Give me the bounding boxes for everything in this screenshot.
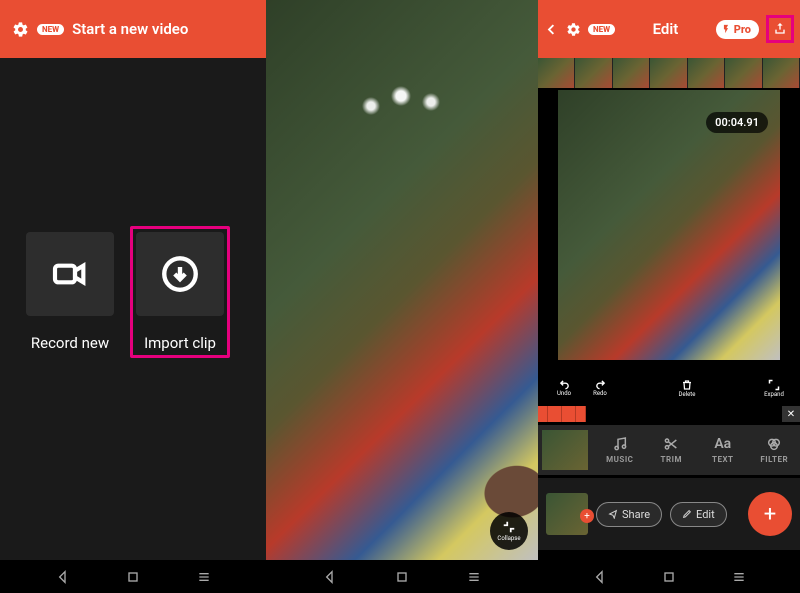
import-clip-tile[interactable]: Import clip (130, 226, 230, 358)
text-label: TEXT (712, 455, 734, 464)
add-button[interactable]: + (748, 492, 792, 536)
pro-badge[interactable]: Pro (716, 20, 759, 39)
tool-row: MUSIC TRIM Aa TEXT FILTER (538, 425, 800, 475)
expand-label: Expand (764, 391, 784, 398)
back-nav-icon[interactable] (322, 569, 338, 585)
undo-label: Undo (557, 390, 571, 397)
gear-icon[interactable] (12, 21, 29, 38)
home-nav-icon[interactable] (394, 569, 410, 585)
panel-editor: NEW Edit Pro 00:04.91 (538, 0, 800, 560)
music-icon (612, 436, 628, 452)
redo-button[interactable]: Redo (582, 370, 618, 406)
project-thumbnail[interactable]: + (546, 493, 588, 535)
redo-label: Redo (593, 390, 607, 397)
clip-bar[interactable] (538, 406, 800, 422)
scissors-icon (663, 436, 679, 452)
collapse-button[interactable]: Collapse (490, 512, 528, 550)
nav-bar (0, 560, 266, 593)
bottom-row: + Share Edit + (538, 478, 800, 550)
recent-nav-icon[interactable] (466, 569, 482, 585)
trim-tool[interactable]: TRIM (646, 436, 698, 464)
clip-bar-close[interactable]: ✕ (782, 406, 800, 422)
nav-bar (266, 560, 538, 593)
expand-button[interactable]: Expand (756, 370, 792, 406)
timeline-frame[interactable] (763, 58, 800, 88)
timeline-thumbnails[interactable] (538, 58, 800, 88)
pencil-icon (682, 509, 692, 519)
panel-start: NEW Start a new video Record new Import (0, 0, 266, 560)
filter-label: FILTER (760, 455, 788, 464)
clip-segment[interactable] (538, 406, 548, 422)
panel-preview: Collapse (266, 0, 538, 560)
clip-thumbnail[interactable] (542, 430, 588, 470)
redo-icon (594, 379, 607, 390)
edit-label: Edit (696, 508, 715, 521)
timeline-frame[interactable] (575, 58, 612, 88)
clip-segment[interactable] (562, 406, 576, 422)
gear-icon[interactable] (566, 22, 581, 37)
action-row: Undo Redo Delete Expand (538, 370, 800, 406)
edit-title: Edit (653, 20, 679, 38)
recent-nav-icon[interactable] (731, 569, 747, 585)
text-tool[interactable]: Aa TEXT (697, 436, 749, 464)
back-nav-icon[interactable] (592, 569, 608, 585)
pro-label: Pro (734, 23, 751, 36)
share-label: Share (622, 508, 650, 521)
record-new-tile[interactable]: Record new (20, 232, 120, 358)
delete-label: Delete (679, 391, 696, 398)
delete-button[interactable]: Delete (669, 370, 705, 406)
collapse-label: Collapse (497, 535, 520, 542)
back-icon[interactable] (544, 22, 559, 37)
nav-bar (538, 560, 800, 593)
trim-label: TRIM (661, 455, 682, 464)
recent-nav-icon[interactable] (196, 569, 212, 585)
timeline-frame[interactable] (613, 58, 650, 88)
undo-icon (558, 379, 571, 390)
timeline-frame[interactable] (725, 58, 762, 88)
timeline-frame[interactable] (650, 58, 687, 88)
collapse-icon (502, 520, 516, 534)
add-clip-dot[interactable]: + (580, 509, 594, 523)
plus-icon: + (764, 502, 776, 527)
trash-icon (681, 379, 693, 391)
timecode: 00:04.91 (706, 112, 768, 133)
new-badge: NEW (37, 24, 64, 35)
expand-icon (768, 379, 780, 391)
home-nav-icon[interactable] (125, 569, 141, 585)
undo-button[interactable]: Undo (546, 370, 582, 406)
download-circle-icon (159, 253, 201, 295)
filter-icon (766, 436, 782, 452)
camera-icon (50, 254, 90, 294)
clip-segment[interactable] (576, 406, 586, 422)
text-icon: Aa (714, 436, 731, 452)
new-badge: NEW (588, 24, 615, 35)
music-label: MUSIC (606, 455, 633, 464)
topbar-left: NEW Start a new video (0, 0, 266, 58)
home-nav-icon[interactable] (661, 569, 677, 585)
system-nav-bars (0, 560, 800, 593)
clip-segment[interactable] (548, 406, 562, 422)
edit-button[interactable]: Edit (670, 502, 727, 527)
share-button[interactable]: Share (596, 502, 662, 527)
share-icon (608, 509, 618, 519)
timeline-frame[interactable] (688, 58, 725, 88)
export-button[interactable] (766, 15, 794, 43)
timeline-frame[interactable] (538, 58, 575, 88)
topbar-title: Start a new video (72, 20, 188, 38)
filter-tool[interactable]: FILTER (749, 436, 800, 464)
import-clip-label: Import clip (144, 334, 216, 352)
record-new-label: Record new (31, 334, 109, 352)
start-tiles: Record new Import clip (20, 232, 230, 358)
topbar-right: NEW Edit Pro (538, 0, 800, 58)
back-nav-icon[interactable] (55, 569, 71, 585)
close-icon: ✕ (787, 409, 795, 420)
music-tool[interactable]: MUSIC (594, 436, 646, 464)
